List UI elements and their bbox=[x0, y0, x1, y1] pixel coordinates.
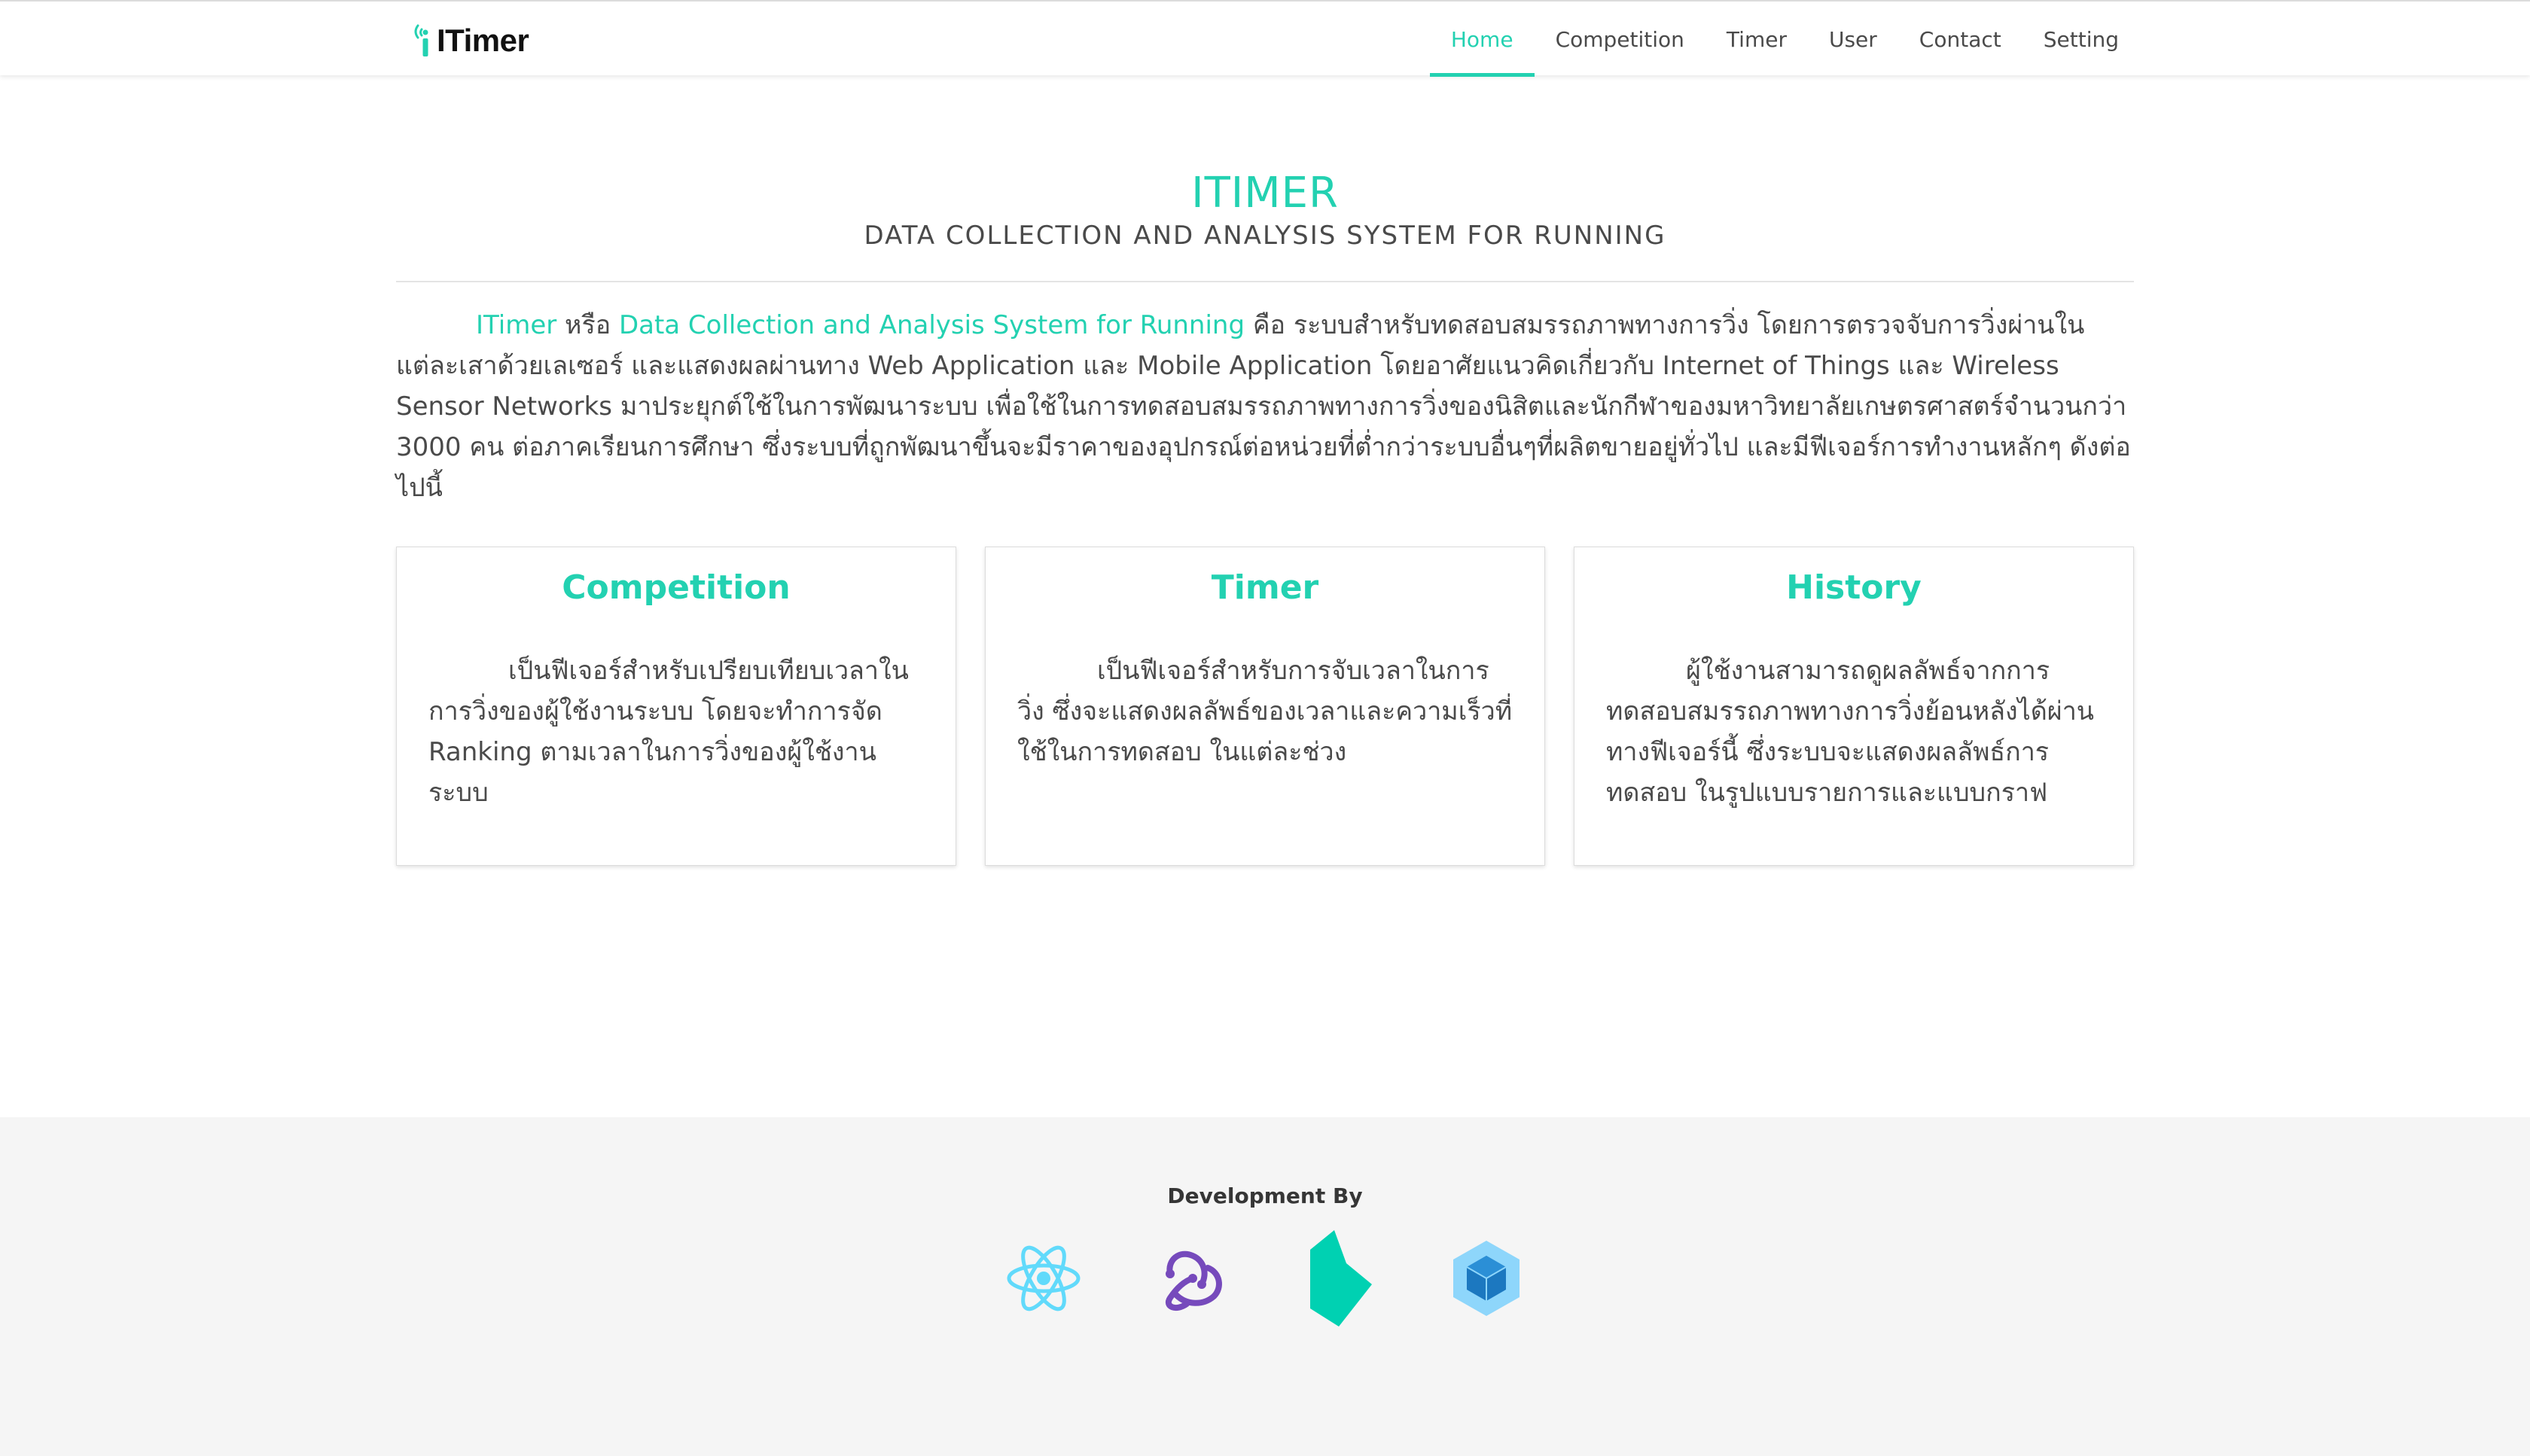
bulma-icon bbox=[1299, 1230, 1379, 1327]
nav-competition[interactable]: Competition bbox=[1535, 2, 1705, 77]
hero-section: ITIMER DATA COLLECTION AND ANALYSIS SYST… bbox=[396, 151, 2134, 534]
redux-icon bbox=[1151, 1230, 1231, 1327]
feature-card-competition: Competition เป็นฟีเจอร์สำหรับเปรียบเทียบ… bbox=[396, 547, 956, 866]
card-text: เป็นฟีเจอร์สำหรับเปรียบเทียบเวลาในการวิ่… bbox=[428, 656, 909, 808]
feature-card-timer: Timer เป็นฟีเจอร์สำหรับการจับเวลาในการวิ… bbox=[985, 547, 1545, 866]
nav-setting[interactable]: Setting bbox=[2022, 2, 2140, 77]
card-text: เป็นฟีเจอร์สำหรับการจับเวลาในการวิ่ง ซึ่… bbox=[1017, 656, 1513, 767]
page-subtitle: DATA COLLECTION AND ANALYSIS SYSTEM FOR … bbox=[864, 221, 1666, 251]
webpack-icon bbox=[1446, 1230, 1526, 1327]
nav-contact[interactable]: Contact bbox=[1898, 2, 2022, 77]
page-title: ITIMER bbox=[1191, 169, 1339, 218]
brand-logo-link[interactable]: ITimer bbox=[411, 20, 529, 62]
footer: Development By bbox=[0, 1117, 2530, 1456]
card-text: ผู้ใช้งานสามารถดูผลลัพธ์จากการทดสอบสมรรถ… bbox=[1606, 656, 2095, 808]
intro-paragraph: ITimer หรือ Data Collection and Analysis… bbox=[396, 305, 2134, 508]
feature-cards: Competition เป็นฟีเจอร์สำหรับเปรียบเทียบ… bbox=[396, 547, 2134, 866]
itimer-signal-logo-icon bbox=[414, 24, 428, 56]
card-title: Competition bbox=[562, 568, 791, 607]
brand-name: ITimer bbox=[437, 23, 529, 58]
react-icon bbox=[1004, 1230, 1084, 1327]
nav-timer[interactable]: Timer bbox=[1705, 2, 1808, 77]
intro-highlight-system-name: Data Collection and Analysis System for … bbox=[618, 310, 1245, 340]
card-title: Timer bbox=[1211, 568, 1319, 607]
card-title: History bbox=[1786, 568, 1922, 607]
top-navbar: ITimer Home Competition Timer User Conta… bbox=[0, 0, 2530, 77]
hero-divider bbox=[396, 281, 2134, 282]
main-nav: Home Competition Timer User Contact Sett… bbox=[1429, 2, 2140, 77]
tech-logos bbox=[0, 1230, 2530, 1327]
intro-highlight-itimer: ITimer bbox=[476, 310, 557, 340]
nav-home[interactable]: Home bbox=[1429, 2, 1535, 77]
nav-user[interactable]: User bbox=[1808, 2, 1898, 77]
footer-title: Development By bbox=[1167, 1183, 1363, 1208]
feature-card-history: History ผู้ใช้งานสามารถดูผลลัพธ์จากการทด… bbox=[1574, 547, 2134, 866]
intro-text-part1: หรือ bbox=[556, 310, 619, 340]
